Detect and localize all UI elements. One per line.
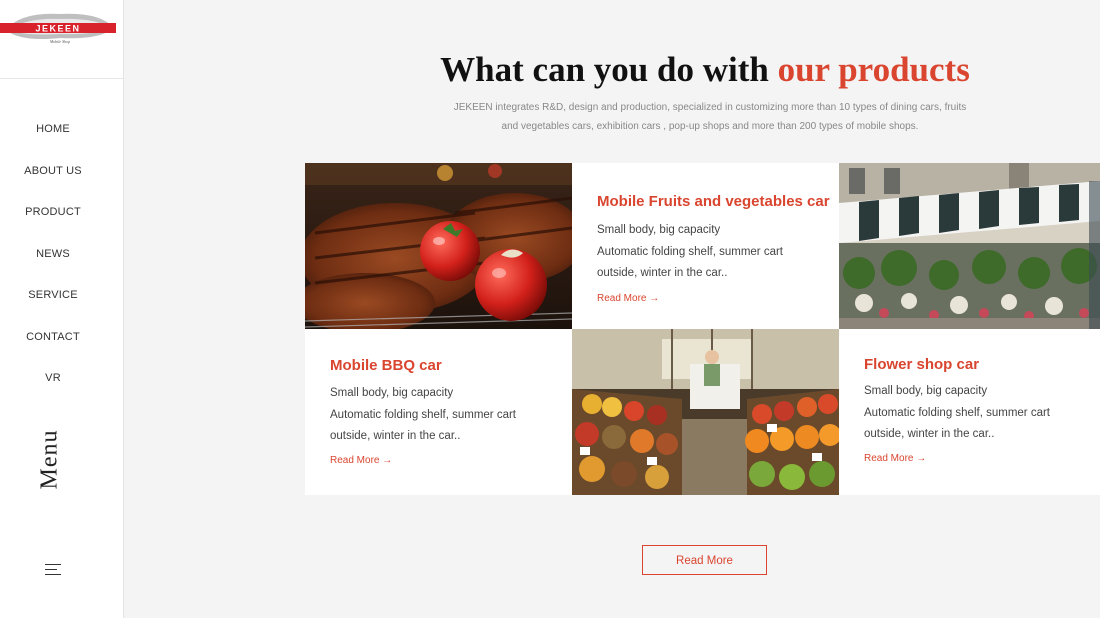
bbq-grill-image xyxy=(305,163,572,329)
description-line-2: Automatic folding shelf, summer cart xyxy=(864,406,1050,419)
logo-text: JEKEEN xyxy=(35,24,80,34)
subtitle-line-1: JEKEEN integrates R&D, design and produc… xyxy=(453,102,967,113)
nav-item-contact[interactable]: CONTACT xyxy=(0,320,106,362)
section-title-accent: our products xyxy=(777,50,970,89)
section-title: What can you do with our products xyxy=(305,50,1100,90)
read-more-link[interactable]: Read More → xyxy=(864,453,926,464)
nav-item-product[interactable]: PRODUCT xyxy=(0,195,106,237)
product-description: Small body, big capacity Automatic foldi… xyxy=(864,381,1100,446)
sidebar: JEKEEN Mobile Shop HOME ABOUT US PRODUCT… xyxy=(0,0,124,618)
product-grid: Mobile Fruits and vegetables car Small b… xyxy=(305,163,1100,495)
nav-item-about-us[interactable]: ABOUT US xyxy=(0,154,106,196)
section-title-main: What can you do with xyxy=(440,50,778,89)
logo-emblem-icon: JEKEEN Mobile Shop xyxy=(0,13,116,44)
nav-item-service[interactable]: SERVICE xyxy=(0,278,106,320)
section-subtitle: JEKEEN integrates R&D, design and produc… xyxy=(430,98,990,136)
description-line-3: outside, winter in the car.. xyxy=(597,267,728,279)
read-more-link[interactable]: Read More → xyxy=(330,455,392,466)
description-line-2: Automatic folding shelf, summer cart xyxy=(330,408,516,421)
description-line-1: Small body, big capacity xyxy=(330,387,454,399)
flower-shop-awning-image xyxy=(839,163,1100,329)
subtitle-line-2: and vegetables cars, exhibition cars , p… xyxy=(501,121,919,132)
logo-tagline: Mobile Shop xyxy=(49,39,70,44)
description-line-2: Automatic folding shelf, summer cart xyxy=(597,245,783,258)
product-card-fruits: Mobile Fruits and vegetables car Small b… xyxy=(572,163,839,329)
read-more-link[interactable]: Read More → xyxy=(597,293,659,304)
fruit-vegetable-stand-image xyxy=(572,329,839,495)
menu-label: Menu xyxy=(36,429,63,490)
fruit-market-image[interactable] xyxy=(572,329,839,495)
product-title[interactable]: Mobile BBQ car xyxy=(330,357,442,374)
product-title[interactable]: Flower shop car xyxy=(864,356,979,373)
main-nav: HOME ABOUT US PRODUCT NEWS SERVICE CONTA… xyxy=(0,112,124,403)
description-line-3: outside, winter in the car.. xyxy=(330,430,461,442)
product-description: Small body, big capacity Automatic foldi… xyxy=(330,383,570,448)
logo[interactable]: JEKEEN Mobile Shop xyxy=(0,0,124,79)
nav-item-news[interactable]: NEWS xyxy=(0,237,106,279)
flower-shop-image[interactable] xyxy=(839,163,1100,329)
product-card-bbq: Mobile BBQ car Small body, big capacity … xyxy=(305,329,572,495)
product-description: Small body, big capacity Automatic foldi… xyxy=(597,220,837,285)
nav-item-vr[interactable]: VR xyxy=(0,361,106,403)
nav-item-home[interactable]: HOME xyxy=(0,112,106,154)
menu-toggle-label[interactable]: Menu xyxy=(36,428,68,494)
description-line-1: Small body, big capacity xyxy=(597,224,721,236)
product-card-flower: Flower shop car Small body, big capacity… xyxy=(839,329,1100,495)
description-line-3: outside, winter in the car.. xyxy=(864,428,995,440)
read-more-button[interactable]: Read More xyxy=(642,545,767,575)
product-title[interactable]: Mobile Fruits and vegetables car xyxy=(597,193,830,210)
bbq-image[interactable] xyxy=(305,163,572,329)
description-line-1: Small body, big capacity xyxy=(864,385,988,397)
hamburger-menu-icon[interactable] xyxy=(45,563,61,577)
